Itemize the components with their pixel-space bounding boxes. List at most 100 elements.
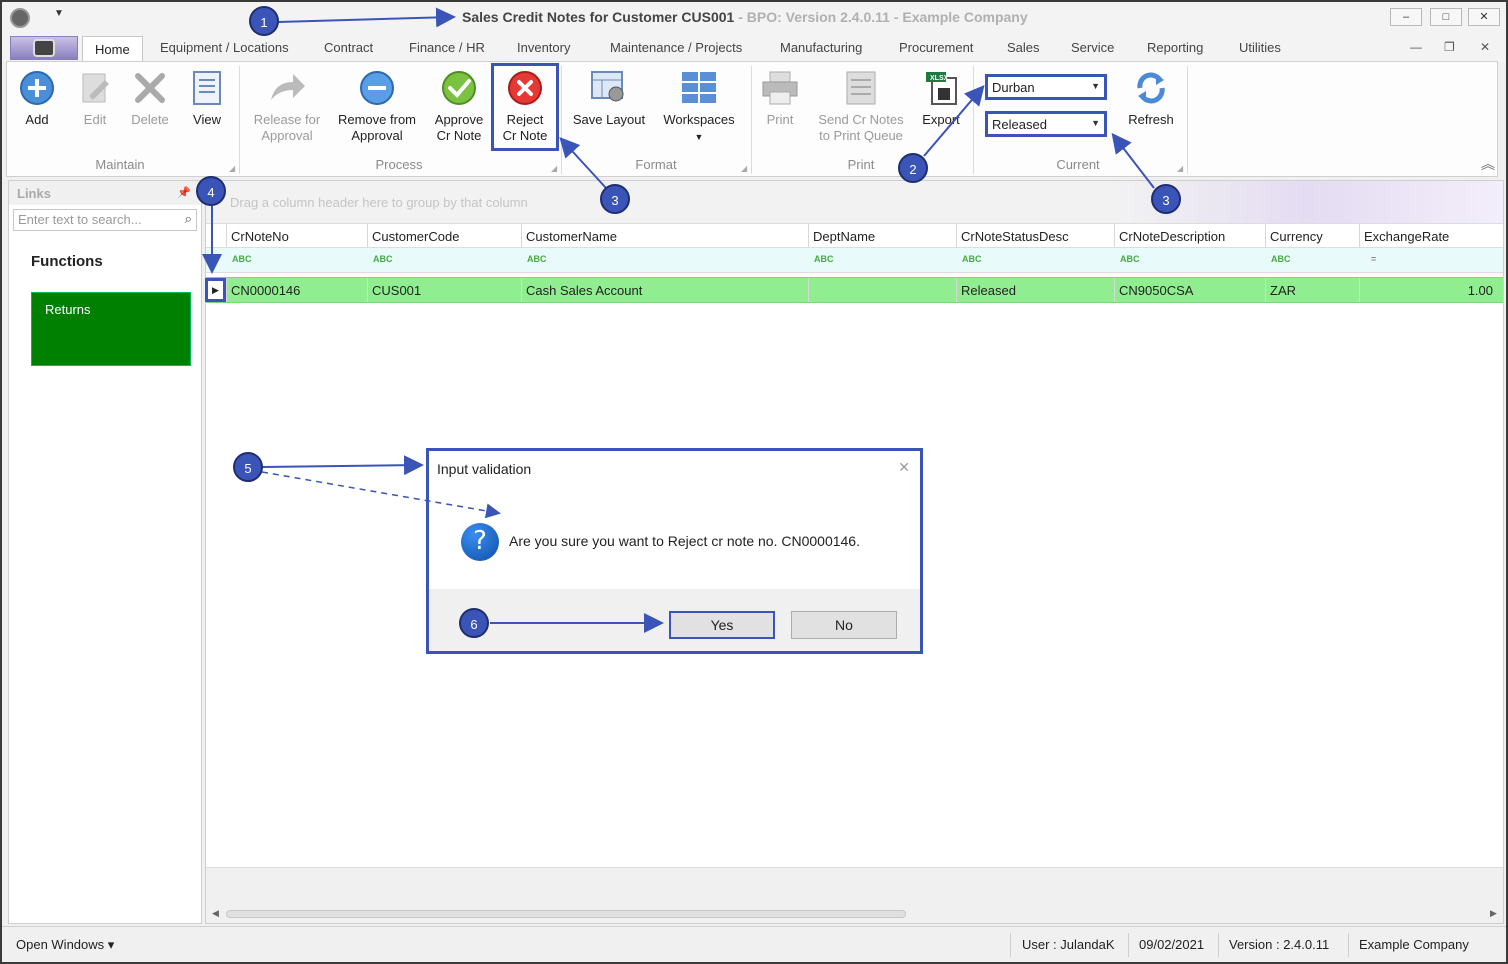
yes-button[interactable]: Yes	[669, 611, 775, 639]
close-window-button[interactable]: ✕	[1468, 8, 1500, 26]
tab-utilities[interactable]: Utilities	[1239, 40, 1281, 55]
collapse-ribbon-icon[interactable]: ︽	[1481, 154, 1495, 174]
maintain-dialog-launcher-icon[interactable]: ◢	[229, 164, 235, 173]
text-filter-icon[interactable]: ABC	[373, 254, 393, 264]
mdi-close-icon[interactable]: ✕	[1480, 40, 1490, 54]
file-menu-button[interactable]	[10, 36, 78, 60]
delete-button[interactable]: Delete	[125, 68, 175, 128]
tab-sales[interactable]: Sales	[1007, 40, 1040, 55]
tab-maintenance-projects[interactable]: Maintenance / Projects	[610, 40, 742, 55]
workspaces-button[interactable]: Workspaces ▼	[659, 68, 739, 145]
input-validation-dialog: Input validation ✕ ? Are you sure you wa…	[426, 448, 923, 654]
group-label-format: Format	[635, 157, 677, 172]
equals-filter-icon[interactable]: =	[1371, 254, 1376, 264]
format-dialog-launcher-icon[interactable]: ◢	[741, 164, 747, 173]
edit-icon	[75, 68, 115, 108]
text-filter-icon[interactable]: ABC	[962, 254, 982, 264]
cell-crnotedescription[interactable]: CN9050CSA	[1114, 278, 1265, 302]
app-logo-icon[interactable]	[10, 8, 30, 28]
grid-filter-row[interactable]: ABC ABC ABC ABC ABC ABC ABC =	[206, 248, 1503, 273]
column-header-crnotestatusdesc[interactable]: CrNoteStatusDesc	[956, 224, 1114, 247]
text-filter-icon[interactable]: ABC	[1271, 254, 1291, 264]
column-header-exchangerate[interactable]: ExchangeRate	[1359, 224, 1503, 247]
search-icon[interactable]: ⌕	[185, 211, 192, 227]
cell-crnoteno[interactable]: CN0000146	[226, 278, 367, 302]
quick-access-dropdown-icon[interactable]: ▼	[54, 8, 64, 19]
mdi-minimize-icon[interactable]: —	[1410, 40, 1422, 54]
remove-from-approval-button[interactable]: Remove from Approval	[333, 68, 421, 144]
status-date: 09/02/2021	[1139, 937, 1205, 952]
mdi-restore-icon[interactable]: ❐	[1444, 40, 1455, 54]
callout-6: 6	[459, 608, 489, 638]
view-button[interactable]: View	[185, 68, 229, 128]
functions-heading: Functions	[31, 253, 103, 270]
table-row[interactable]: CN0000146 CUS001 Cash Sales Account Rele…	[206, 277, 1503, 303]
column-header-crnotedescription[interactable]: CrNoteDescription	[1114, 224, 1265, 247]
tab-manufacturing[interactable]: Manufacturing	[780, 40, 862, 55]
save-layout-icon	[589, 68, 629, 108]
tab-procurement[interactable]: Procurement	[899, 40, 973, 55]
column-header-currency[interactable]: Currency	[1265, 224, 1359, 247]
cell-customername[interactable]: Cash Sales Account	[521, 278, 808, 302]
pin-icon[interactable]: 📌	[177, 186, 191, 199]
tab-inventory[interactable]: Inventory	[517, 40, 570, 55]
send-to-print-queue-button[interactable]: Send Cr Notes to Print Queue	[811, 68, 911, 144]
text-filter-icon[interactable]: ABC	[527, 254, 547, 264]
cell-customercode[interactable]: CUS001	[367, 278, 521, 302]
column-header-deptname[interactable]: DeptName	[808, 224, 956, 247]
callout-5: 5	[233, 452, 263, 482]
status-dropdown-icon: ▼	[1091, 118, 1100, 128]
cell-exchangerate[interactable]: 1.00	[1359, 278, 1503, 302]
site-combo[interactable]: Durban ▼	[985, 74, 1107, 100]
scrollbar-thumb[interactable]	[226, 910, 906, 918]
approve-check-icon	[439, 68, 479, 108]
status-combo[interactable]: Released ▼	[985, 111, 1107, 137]
returns-tile[interactable]: Returns	[31, 292, 191, 366]
group-by-panel[interactable]: Drag a column header here to group by th…	[206, 181, 1503, 223]
tab-reporting[interactable]: Reporting	[1147, 40, 1203, 55]
horizontal-scrollbar[interactable]: ◀ ▶	[206, 867, 1503, 923]
release-for-approval-button[interactable]: Release for Approval	[245, 68, 329, 144]
save-layout-button[interactable]: Save Layout	[567, 68, 651, 128]
text-filter-icon[interactable]: ABC	[814, 254, 834, 264]
scroll-left-icon[interactable]: ◀	[212, 908, 219, 919]
column-header-crnoteno[interactable]: CrNoteNo	[226, 224, 367, 247]
reject-highlight-box	[491, 63, 559, 151]
approve-cr-note-button[interactable]: Approve Cr Note	[427, 68, 491, 144]
text-filter-icon[interactable]: ABC	[232, 254, 252, 264]
column-header-customercode[interactable]: CustomerCode	[367, 224, 521, 247]
refresh-button[interactable]: Refresh	[1123, 68, 1179, 128]
dialog-title: Input validation	[437, 461, 532, 477]
text-filter-icon[interactable]: ABC	[1120, 254, 1140, 264]
add-button[interactable]: Add	[15, 68, 59, 128]
column-header-customername[interactable]: CustomerName	[521, 224, 808, 247]
cell-crnotestatusdesc[interactable]: Released	[956, 278, 1114, 302]
tab-home[interactable]: Home	[82, 36, 143, 64]
export-button[interactable]: XLSX Export	[915, 68, 967, 128]
delete-icon	[130, 68, 170, 108]
group-label-print: Print	[847, 157, 875, 172]
dialog-close-icon[interactable]: ✕	[898, 459, 910, 476]
process-dialog-launcher-icon[interactable]: ◢	[551, 164, 557, 173]
status-separator	[1010, 933, 1011, 957]
row-indicator-icon[interactable]: ▶	[205, 278, 226, 302]
cell-currency[interactable]: ZAR	[1265, 278, 1359, 302]
callout-1: 1	[249, 6, 279, 36]
tab-equipment-locations[interactable]: Equipment / Locations	[160, 40, 289, 55]
print-button[interactable]: Print	[757, 68, 803, 128]
scroll-right-icon[interactable]: ▶	[1490, 908, 1497, 919]
edit-button[interactable]: Edit	[73, 68, 117, 128]
no-button[interactable]: No	[791, 611, 897, 639]
tab-service[interactable]: Service	[1071, 40, 1114, 55]
add-icon	[17, 68, 57, 108]
export-xlsx-icon: XLSX	[921, 68, 961, 108]
open-windows-button[interactable]: Open Windows ▾	[16, 937, 114, 953]
maximize-button[interactable]: □	[1430, 8, 1462, 26]
cell-deptname[interactable]	[808, 278, 956, 302]
tab-finance-hr[interactable]: Finance / HR	[409, 40, 485, 55]
refresh-icon	[1131, 68, 1171, 108]
minimize-button[interactable]: –	[1390, 8, 1422, 26]
current-dialog-launcher-icon[interactable]: ◢	[1177, 164, 1183, 173]
tab-contract[interactable]: Contract	[324, 40, 373, 55]
links-search-input[interactable]: Enter text to search... ⌕	[13, 209, 197, 231]
